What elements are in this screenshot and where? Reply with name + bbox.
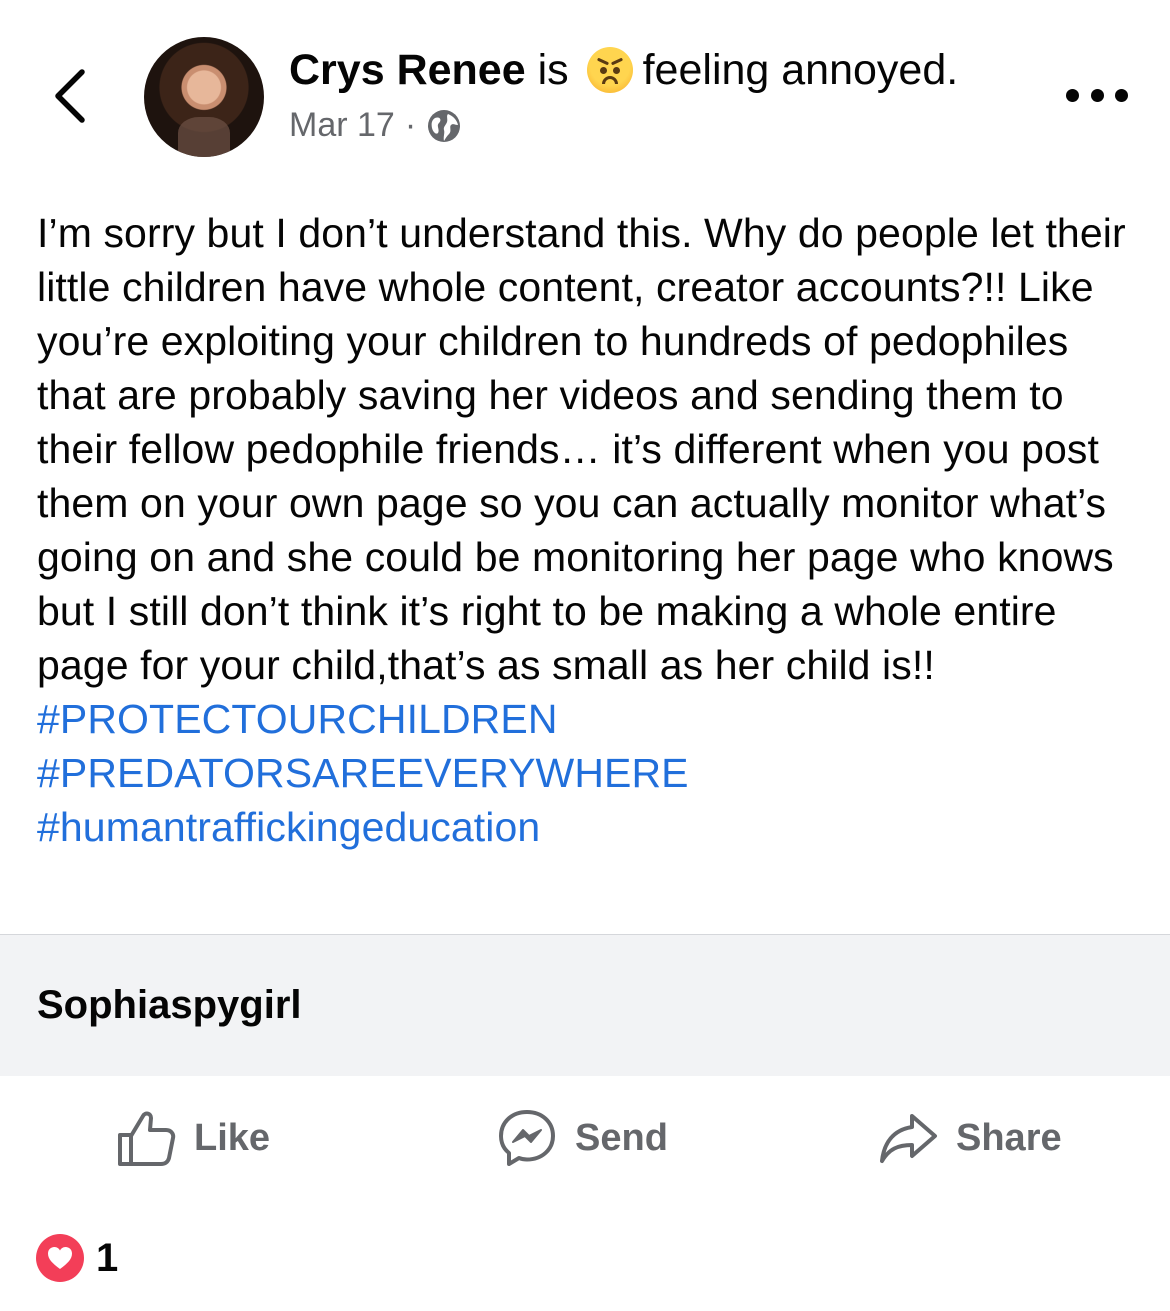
meta-separator: · <box>404 106 417 144</box>
send-button[interactable]: Send <box>497 1090 668 1186</box>
link-preview-card[interactable]: Sophiaspygirl <box>0 934 1170 1076</box>
thumbs-up-icon <box>118 1111 176 1166</box>
globe-icon <box>428 109 461 142</box>
post-title-line: Crys Renee is feeling annoyed. <box>289 40 1049 100</box>
post-meta: Mar 17 · <box>289 106 1049 145</box>
post-actions-bar: Like Send Share <box>0 1090 1170 1186</box>
dot-icon <box>1066 88 1079 102</box>
feeling-text[interactable]: feeling annoyed. <box>643 46 959 94</box>
dot-icon <box>1115 88 1128 102</box>
share-label: Share <box>956 1116 1062 1159</box>
messenger-icon <box>499 1110 555 1166</box>
post-text: I’m sorry but I don’t understand this. W… <box>37 210 1126 688</box>
send-label: Send <box>575 1116 668 1159</box>
share-button[interactable]: Share <box>878 1090 1062 1186</box>
like-label: Like <box>194 1116 271 1159</box>
like-button[interactable]: Like <box>116 1090 270 1186</box>
post-date[interactable]: Mar 17 <box>289 106 395 145</box>
reactions-summary[interactable]: 1 <box>36 1232 118 1284</box>
more-options-button[interactable] <box>1066 80 1128 110</box>
hashtag-link[interactable]: #PREDATORSAREEVERYWHERE <box>37 750 689 796</box>
reaction-count: 1 <box>96 1235 119 1280</box>
link-preview-title: Sophiaspygirl <box>37 983 302 1027</box>
share-arrow-icon <box>880 1114 937 1163</box>
dot-icon <box>1090 88 1104 102</box>
angry-face-emoji-icon <box>586 47 633 93</box>
love-reaction-icon <box>36 1234 84 1282</box>
back-button[interactable] <box>44 62 100 130</box>
post-header: Crys Renee is feeling annoyed. Mar 17 · <box>289 40 1049 145</box>
chevron-left-icon <box>55 69 85 123</box>
hashtag-link[interactable]: #humantraffickingeducation <box>37 804 540 850</box>
hashtag-link[interactable]: #PROTECTOURCHILDREN <box>37 696 558 742</box>
post-body: I’m sorry but I don’t understand this. W… <box>37 206 1137 854</box>
author-name[interactable]: Crys Renee <box>289 46 526 94</box>
post-screen: Crys Renee is feeling annoyed. Mar 17 · … <box>0 0 1170 1311</box>
avatar[interactable] <box>144 37 264 157</box>
verb-text: is <box>537 46 569 94</box>
